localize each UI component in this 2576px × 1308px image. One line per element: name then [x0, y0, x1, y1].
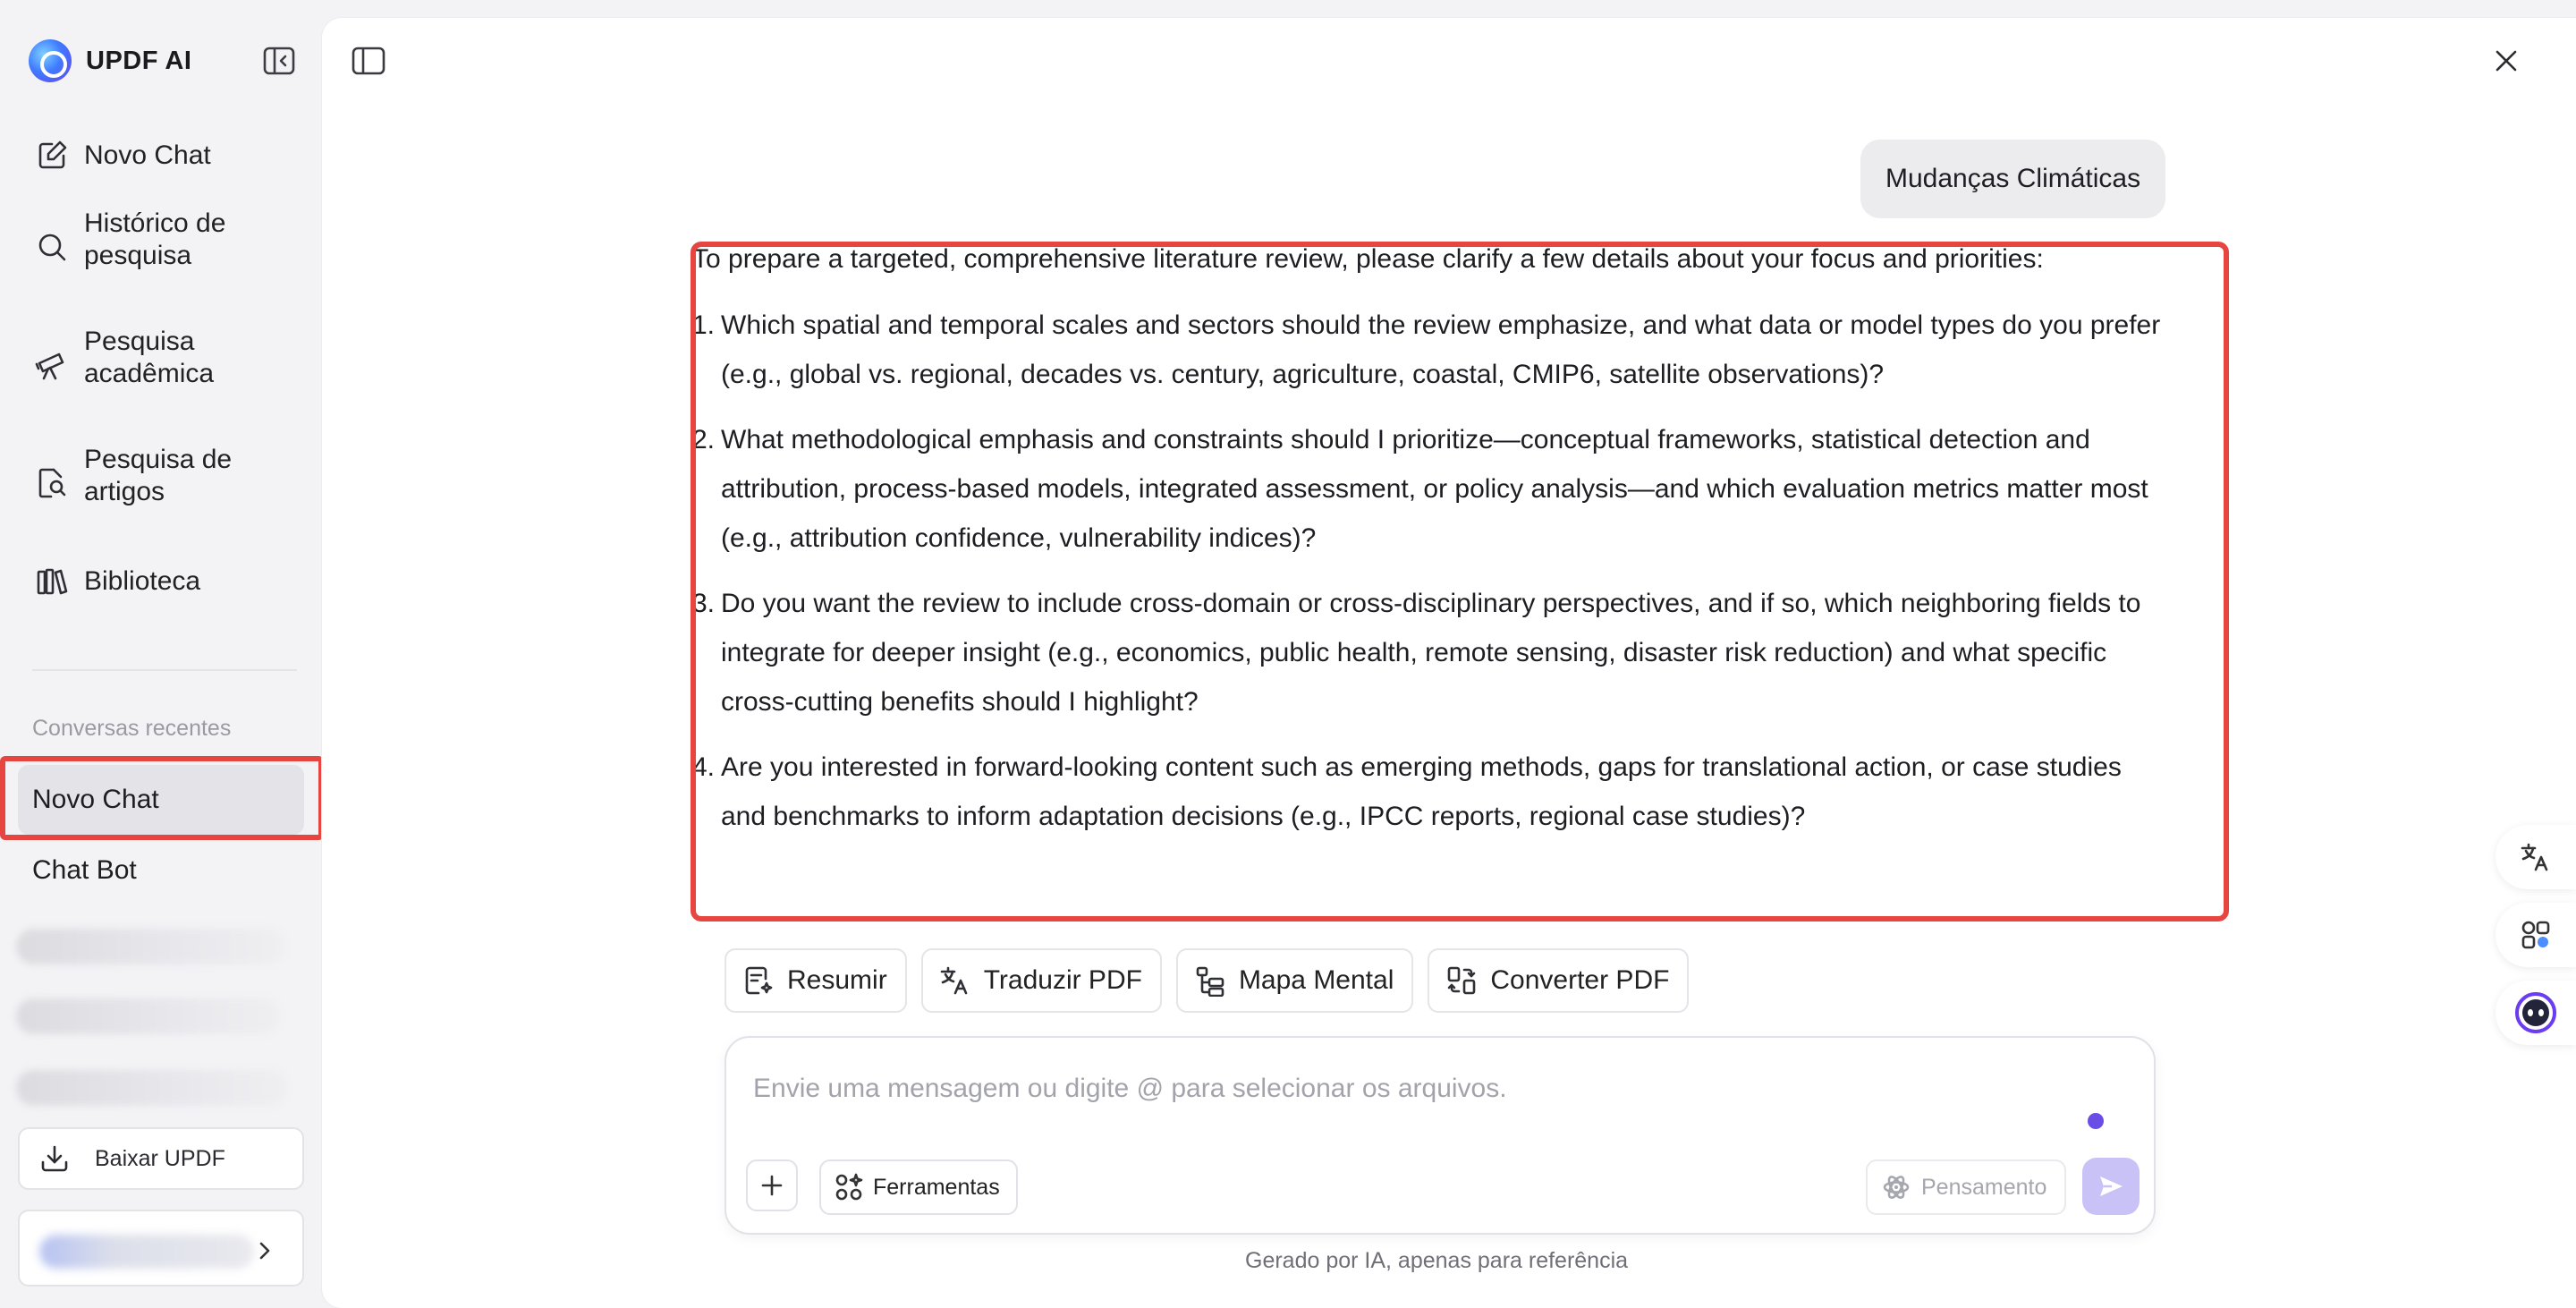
collapse-sidebar-icon[interactable]	[261, 45, 297, 77]
add-attachment-button[interactable]	[746, 1159, 798, 1211]
quick-tools: Resumir Traduzir PDF Mapa Mental Convert…	[724, 948, 1690, 1013]
mindmap-icon	[1194, 964, 1226, 997]
thinking-label: Pensamento	[1921, 1174, 2047, 1200]
atom-icon	[1882, 1173, 1911, 1202]
send-button[interactable]	[2082, 1158, 2140, 1215]
summarize-icon	[742, 964, 775, 997]
sidebar-item-pesquisa-artigos[interactable]: Pesquisa de artigos	[18, 429, 304, 548]
chat-panel: Mudanças Climáticas To prepare a targete…	[322, 18, 2576, 1308]
sidebar-item-label: Biblioteca	[84, 566, 201, 596]
sidebar-item-label: Histórico de pesquisa	[84, 208, 226, 270]
message-composer: Ferramentas Pensamento	[724, 1036, 2156, 1235]
recent-item-blurred[interactable]	[16, 998, 281, 1034]
document-search-icon	[34, 465, 70, 501]
mind-map-label: Mapa Mental	[1238, 965, 1394, 995]
sidebar-item-label: Pesquisa de artigos	[84, 445, 233, 506]
answer-list-item: 3. Do you want the review to include cros…	[692, 589, 2141, 717]
mind-map-button[interactable]: Mapa Mental	[1175, 948, 1414, 1013]
sidebar-nav: Novo Chat Histórico de pesquisa Pesquisa…	[18, 122, 304, 619]
chevron-right-icon	[254, 1238, 275, 1263]
translate-label: Traduzir PDF	[983, 965, 1142, 995]
assistant-answer: To prepare a targeted, comprehensive lit…	[692, 242, 2168, 857]
panel-toggle-icon[interactable]	[349, 43, 388, 79]
recent-item-blurred[interactable]	[16, 1070, 288, 1106]
answer-list-item: 4. Are you interested in forward-looking …	[692, 752, 2122, 831]
answer-intro: To prepare a targeted, comprehensive lit…	[692, 244, 2044, 274]
translate-pdf-button[interactable]: Traduzir PDF	[920, 948, 1162, 1013]
sidebar-item-pesquisa-academica[interactable]: Pesquisa acadêmica	[18, 311, 304, 429]
float-assistant-button[interactable]	[2496, 981, 2576, 1045]
tools-button[interactable]: Ferramentas	[819, 1159, 1018, 1215]
status-dot	[2088, 1113, 2104, 1129]
translate-icon	[2521, 843, 2548, 871]
telescope-icon	[34, 347, 70, 383]
tools-grid-icon	[834, 1172, 864, 1202]
download-icon	[39, 1143, 70, 1174]
summarize-label: Resumir	[787, 965, 887, 995]
account-button[interactable]	[18, 1210, 304, 1287]
recent-item-active[interactable]: Novo Chat	[18, 765, 304, 835]
float-translate-button[interactable]	[2496, 825, 2576, 889]
sidebar-item-biblioteca[interactable]: Biblioteca	[18, 548, 304, 619]
translate-icon	[939, 964, 971, 997]
avatar	[39, 1235, 254, 1269]
apps-icon	[2521, 921, 2550, 949]
send-icon	[2100, 1176, 2123, 1196]
recent-conversations-title: Conversas recentes	[32, 716, 232, 741]
sidebar: UPDF AI Novo Chat Histórico de pesquisa …	[0, 0, 324, 1308]
edit-icon	[34, 138, 70, 174]
tools-label: Ferramentas	[873, 1174, 1000, 1200]
answer-list: 1. Which spatial and temporal scales and …	[692, 301, 2168, 841]
close-icon[interactable]	[2490, 45, 2522, 77]
download-label: Baixar UPDF	[95, 1145, 225, 1171]
answer-list-item: 2. What methodological emphasis and const…	[692, 425, 2148, 553]
app-name: UPDF AI	[86, 46, 192, 75]
float-apps-button[interactable]	[2496, 903, 2576, 967]
user-message-bubble: Mudanças Climáticas	[1860, 140, 2166, 218]
summarize-button[interactable]: Resumir	[724, 948, 907, 1013]
sidebar-item-novo-chat[interactable]: Novo Chat	[18, 122, 304, 193]
sidebar-item-label: Novo Chat	[84, 140, 211, 170]
ai-assistant-icon	[2515, 992, 2556, 1033]
sidebar-divider	[32, 669, 297, 671]
recent-item[interactable]: Chat Bot	[32, 855, 137, 886]
sidebar-item-label: Pesquisa acadêmica	[84, 327, 215, 388]
convert-label: Converter PDF	[1490, 965, 1670, 995]
sidebar-item-historico[interactable]: Histórico de pesquisa	[18, 193, 304, 311]
convert-icon	[1445, 964, 1478, 997]
recent-item-blurred[interactable]	[16, 929, 284, 964]
plus-icon	[761, 1175, 783, 1196]
answer-list-item: 1. Which spatial and temporal scales and …	[692, 310, 2161, 389]
brand: UPDF AI	[29, 39, 191, 82]
convert-pdf-button[interactable]: Converter PDF	[1428, 948, 1690, 1013]
thinking-toggle[interactable]: Pensamento	[1866, 1159, 2067, 1215]
search-icon	[34, 229, 70, 265]
library-icon	[34, 564, 70, 599]
message-input[interactable]	[753, 1074, 2077, 1104]
updf-logo-icon	[29, 39, 72, 82]
download-updf-button[interactable]: Baixar UPDF	[18, 1127, 304, 1190]
